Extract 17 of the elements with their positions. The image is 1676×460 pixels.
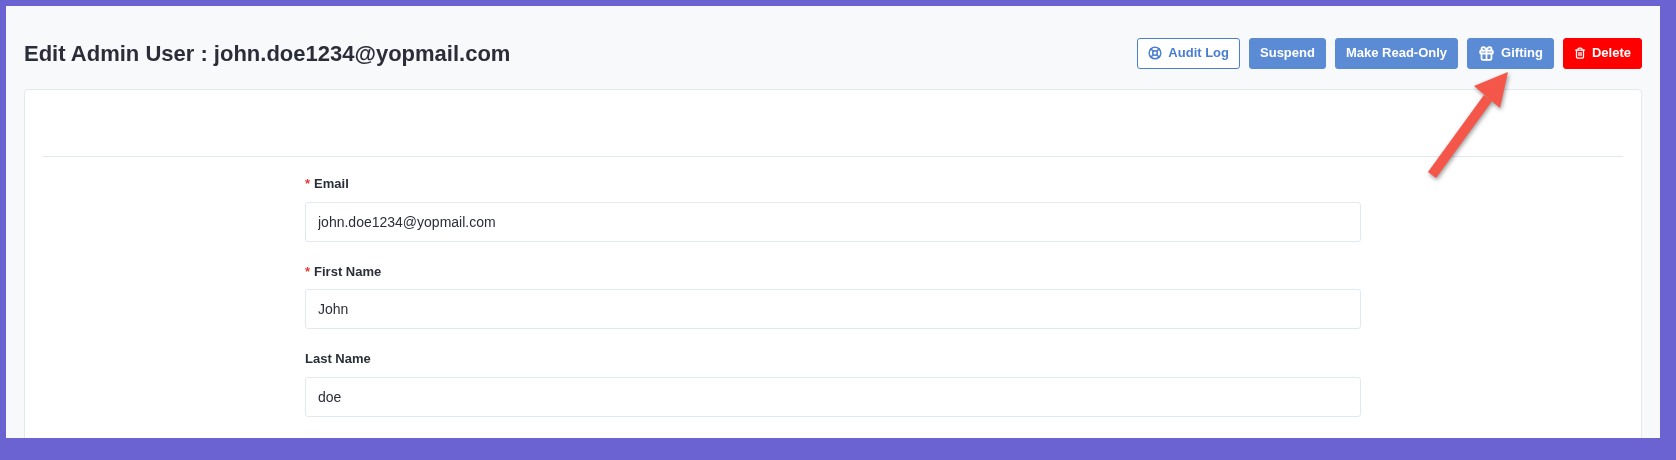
field-label: First Name [314, 262, 382, 281]
page-title: Edit Admin User : john.doe1234@yopmail.com [24, 39, 511, 68]
text-field[interactable]: john.doe1234@yopmail.com [305, 201, 1361, 242]
gift-icon [1478, 44, 1496, 62]
lifebuoy-icon [1148, 46, 1163, 60]
action-button[interactable]: Audit Log [1137, 37, 1240, 69]
action-button[interactable]: Gifting [1467, 37, 1554, 69]
required-marker: * [305, 262, 311, 281]
field-label: Email [314, 175, 349, 193]
action-button[interactable]: Suspend [1249, 37, 1326, 69]
text-field[interactable]: doe [305, 376, 1361, 417]
field-label: Last Name [305, 350, 371, 368]
action-button[interactable]: Make Read-Only [1334, 37, 1459, 69]
required-marker: * [305, 175, 311, 193]
text-field[interactable]: John [305, 289, 1361, 329]
action-button[interactable]: Delete [1562, 37, 1642, 69]
trash-icon [1573, 47, 1586, 59]
